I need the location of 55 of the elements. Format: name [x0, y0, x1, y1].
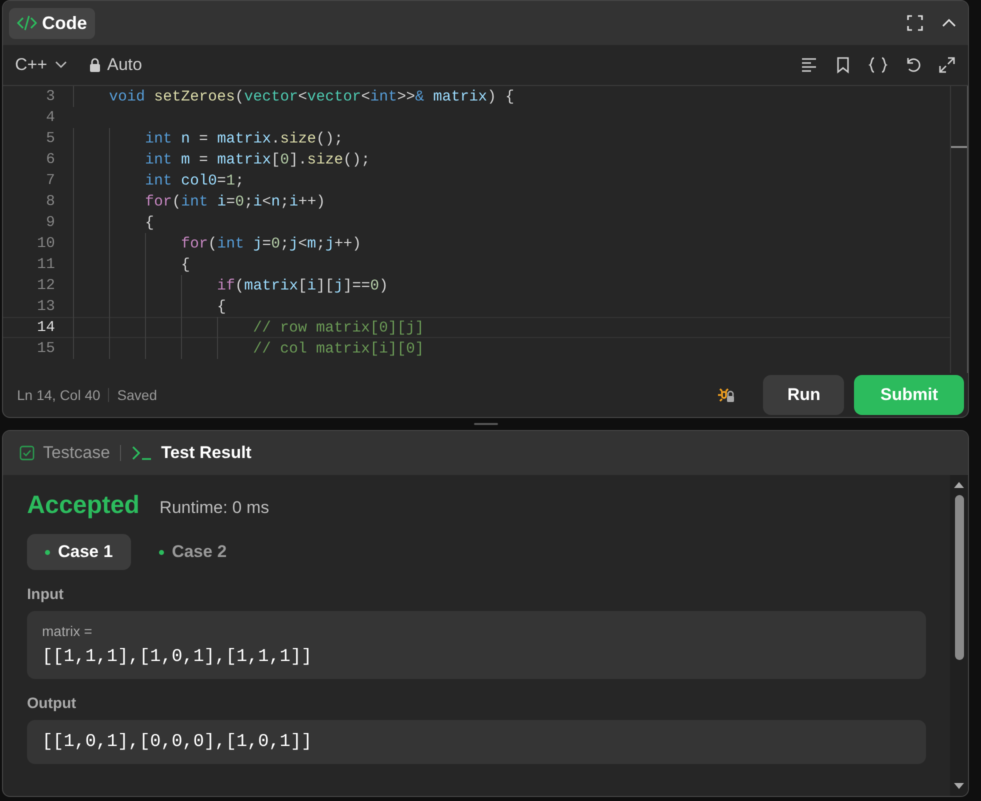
result-tab[interactable]: Test Result: [131, 443, 252, 463]
result-tab[interactable]: Testcase: [19, 443, 110, 463]
code-icon: [17, 15, 37, 31]
scrollbar[interactable]: [950, 475, 968, 796]
code-line: int m = matrix[0].size();: [73, 149, 370, 170]
code-line: {: [73, 254, 190, 275]
mode-label: Auto: [107, 55, 142, 75]
code-line: for(int i=0;i<n;i++): [73, 191, 326, 212]
variable-label: matrix =: [42, 623, 94, 639]
line-number: 5: [44, 130, 55, 147]
language-dropdown[interactable]: C++: [15, 55, 68, 75]
runtime-text: Runtime: 0 ms: [160, 498, 270, 518]
expand-icon[interactable]: [938, 56, 956, 74]
scroll-thumb[interactable]: [954, 495, 964, 660]
chevron-down-icon: [55, 61, 68, 69]
lock-icon: [89, 58, 102, 72]
line-number: 14: [36, 319, 55, 336]
save-status: Saved: [117, 387, 157, 403]
line-number: 11: [36, 256, 55, 273]
braces-icon[interactable]: [868, 56, 888, 74]
cursor-position: Ln 14, Col 40: [17, 387, 100, 403]
scroll-down-icon[interactable]: [953, 782, 965, 790]
line-number: 7: [44, 172, 55, 189]
section-label: Output: [27, 695, 78, 712]
checkbox-icon: [19, 445, 35, 461]
value-text: [[1,1,1],[1,0,1],[1,1,1]]: [42, 647, 314, 667]
case-tab[interactable]: Case 2: [140, 534, 245, 570]
terminal-icon: [131, 445, 154, 461]
line-number: 13: [36, 298, 55, 315]
scrollbar[interactable]: [950, 86, 968, 373]
line-number: 12: [36, 277, 55, 294]
code-line: int n = matrix.size();: [73, 128, 344, 149]
fullscreen-icon[interactable]: [906, 14, 924, 32]
value-text: [[1,0,1],[0,0,0],[1,0,1]]: [42, 732, 314, 752]
code-line: void setZeroes(vector<vector<int>>& matrix) {: [73, 86, 514, 107]
line-number: 3: [44, 88, 55, 105]
verdict-text: Accepted: [27, 491, 140, 520]
case-tab[interactable]: Case 1: [27, 534, 131, 570]
line-number: 15: [36, 340, 55, 357]
code-line: int col0=1;: [73, 170, 244, 191]
line-number: 8: [44, 193, 55, 210]
line-number: 6: [44, 151, 55, 168]
code-line: {: [73, 296, 226, 317]
code-tab[interactable]: Code: [9, 8, 95, 38]
line-number: 10: [36, 235, 55, 252]
section-label: Input: [27, 586, 65, 603]
resize-handle[interactable]: [474, 423, 498, 425]
scroll-up-icon[interactable]: [953, 481, 965, 489]
run-button[interactable]: Run: [763, 375, 844, 415]
code-line: for(int j=0;j<m;j++): [73, 233, 362, 254]
format-icon[interactable]: [800, 56, 818, 74]
code-line: if(matrix[i][j]==0): [73, 275, 388, 296]
line-number: 4: [44, 109, 55, 126]
line-number: 9: [44, 214, 55, 231]
code-line: {: [73, 212, 154, 233]
